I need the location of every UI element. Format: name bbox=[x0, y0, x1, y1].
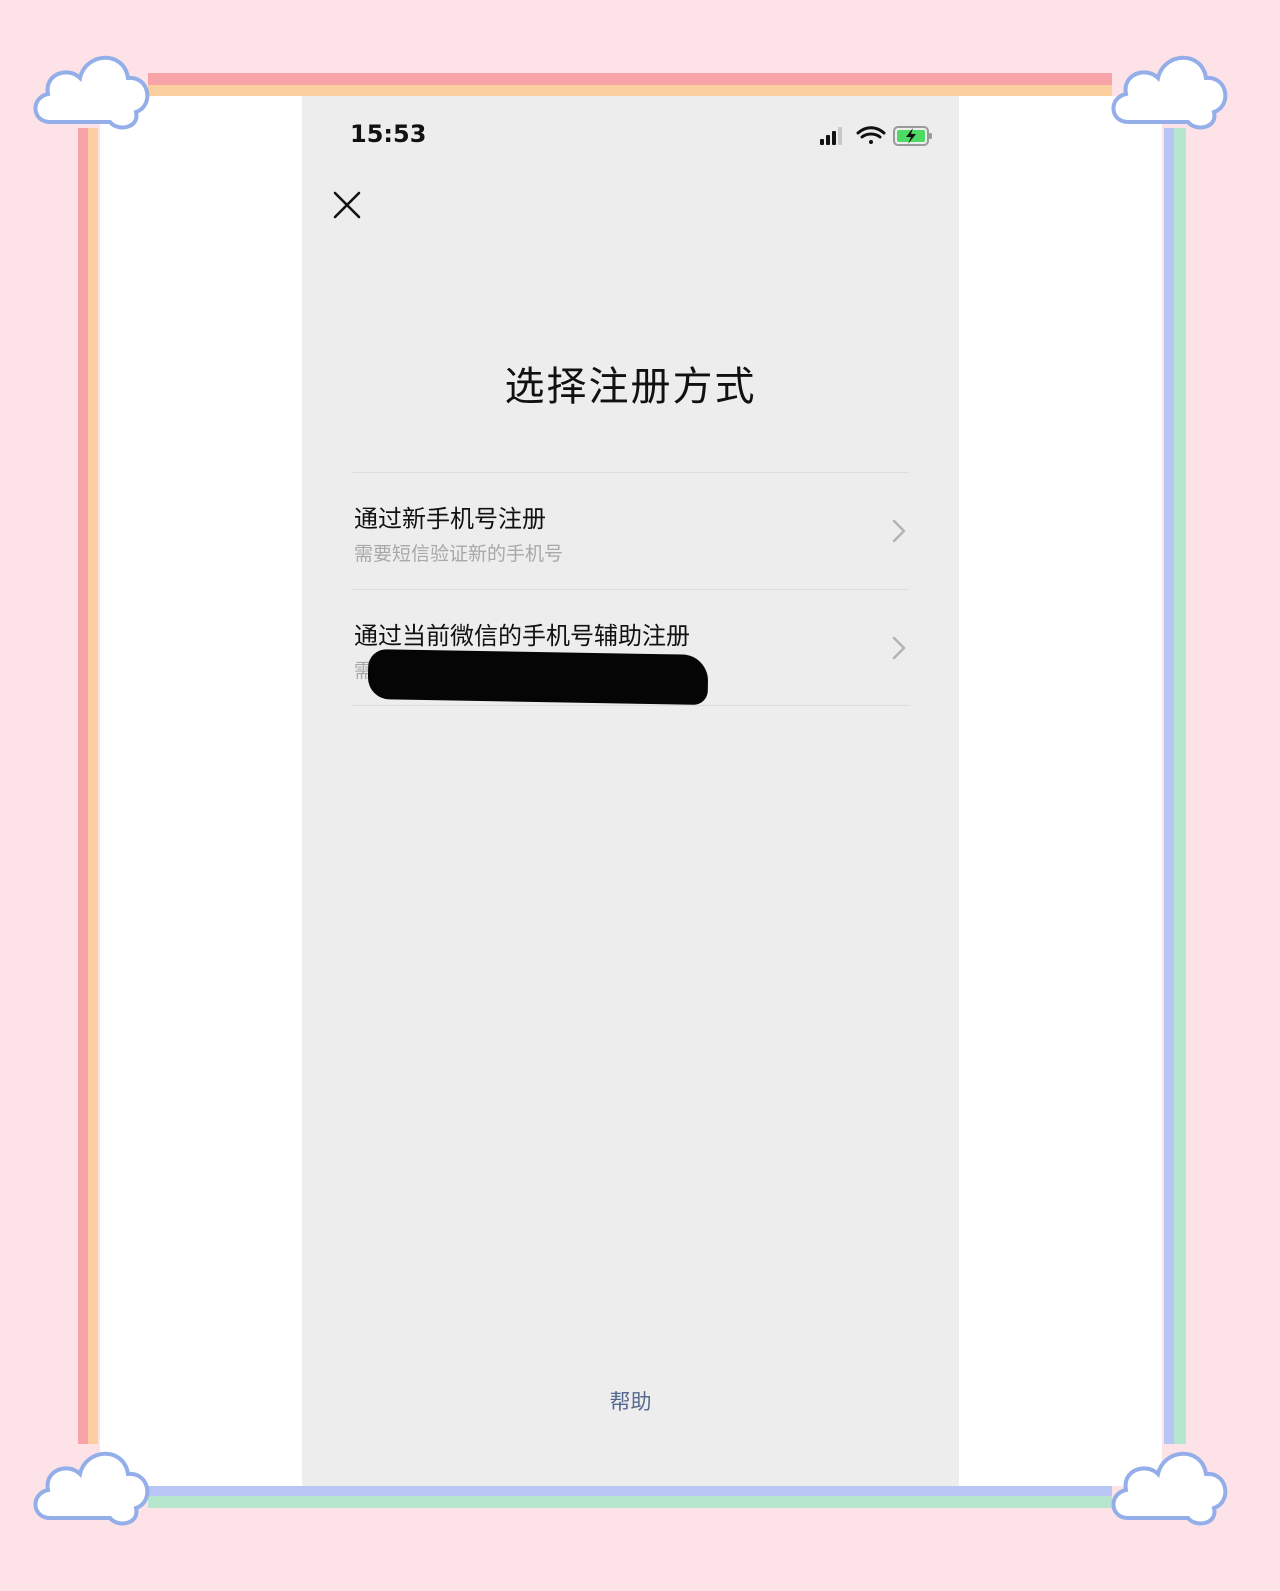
signal-icon bbox=[820, 127, 842, 145]
close-icon[interactable] bbox=[330, 188, 364, 222]
frame-stripe bbox=[78, 128, 88, 1444]
option-new-phone-register[interactable]: 通过新手机号注册 需要短信验证新的手机号 bbox=[352, 473, 909, 588]
page-title: 选择注册方式 bbox=[504, 364, 757, 410]
cloud-decoration-icon bbox=[1111, 55, 1228, 130]
status-icons bbox=[820, 126, 932, 146]
frame-stripe bbox=[148, 1496, 1112, 1508]
help-link[interactable]: 帮助 bbox=[302, 1386, 959, 1416]
frame-stripe bbox=[1164, 128, 1174, 1444]
option-title: 通过当前微信的手机号辅助注册 bbox=[354, 622, 690, 650]
frame-stripe bbox=[148, 73, 1112, 85]
phone-screen: 15:53 选择注册方式 通过新手机号注册 需要短信验证新的手机号 通过当前微信… bbox=[302, 96, 959, 1486]
battery-charging-icon bbox=[893, 126, 932, 146]
status-time: 15:53 bbox=[350, 120, 427, 148]
wifi-icon bbox=[856, 126, 886, 144]
cloud-decoration-icon bbox=[33, 55, 150, 130]
chevron-right-icon bbox=[892, 636, 906, 660]
option-subtitle: 需要短信验证新的手机号 bbox=[354, 543, 564, 565]
cloud-decoration-icon bbox=[1111, 1451, 1228, 1526]
option-title: 通过新手机号注册 bbox=[354, 505, 546, 533]
cloud-decoration-icon bbox=[33, 1451, 150, 1526]
frame-stripe bbox=[148, 85, 1112, 96]
chevron-right-icon bbox=[892, 519, 906, 543]
redaction-mark bbox=[367, 649, 709, 705]
frame-stripe bbox=[1174, 128, 1186, 1444]
divider bbox=[352, 705, 909, 706]
option-assisted-register[interactable]: 通过当前微信的手机号辅助注册 需 bbox=[352, 590, 909, 705]
frame-stripe bbox=[88, 128, 98, 1444]
frame-stripe bbox=[148, 1486, 1112, 1496]
